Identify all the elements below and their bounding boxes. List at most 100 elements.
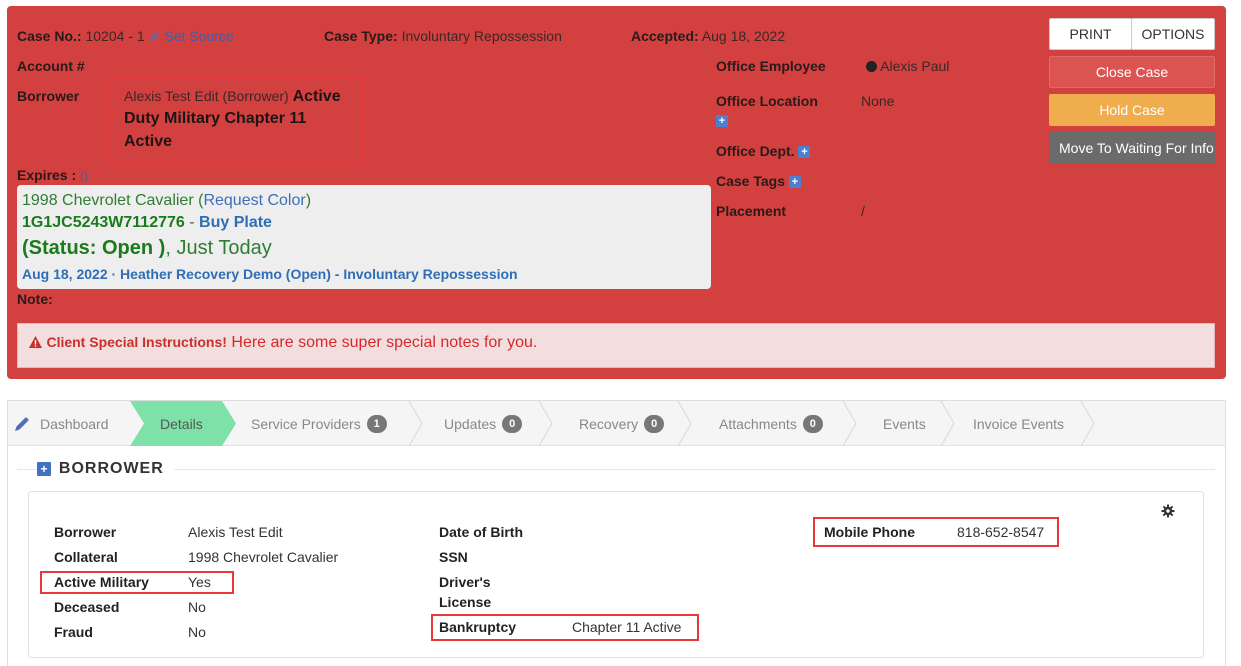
tab-attachments-label: Attachments (719, 416, 797, 432)
tab-events-label: Events (883, 416, 926, 432)
vehicle-name: 1998 Chevrolet Cavalier (22, 192, 194, 209)
expires-label: Expires : (17, 167, 77, 183)
borrower-name-line: Alexis Test Edit (Borrower) Active (124, 88, 341, 106)
section-divider (17, 469, 1215, 470)
expires: Expires : () (17, 167, 88, 183)
tab-updates-label: Updates (444, 416, 497, 432)
office-location-value: None (861, 93, 895, 109)
expires-value[interactable]: () (80, 169, 88, 183)
options-button[interactable]: OPTIONS (1131, 18, 1215, 50)
tab-invoice-events-label: Invoice Events (973, 416, 1065, 432)
account-label: Account # (17, 58, 85, 74)
office-employee-label: Office Employee (716, 58, 826, 74)
tab-separator (1080, 401, 1095, 446)
attachments-count-badge: 0 (802, 415, 823, 433)
buy-plate-link[interactable]: Buy Plate (199, 214, 272, 231)
accepted-date: Accepted: Aug 18, 2022 (631, 28, 785, 44)
drivers-license-label-1: Driver's (439, 574, 491, 590)
placement-label: Placement (716, 203, 787, 219)
case-no-label: Case No.: (17, 28, 82, 44)
status-dot-icon (866, 61, 877, 72)
tab-updates[interactable]: Updates 0 (444, 401, 523, 447)
vehicle-name-line: 1998 Chevrolet Cavalier (Request Color) (22, 192, 312, 209)
bankruptcy-value: Chapter 11 Active (572, 619, 682, 635)
borrower-field-label: Borrower (54, 524, 117, 540)
print-button[interactable]: PRINT (1049, 18, 1132, 50)
tab-separator (538, 401, 553, 446)
special-instructions-text: Here are some super special notes for yo… (231, 334, 538, 351)
mobile-phone-value[interactable]: 818-652-8547 (957, 524, 1044, 540)
move-to-waiting-button[interactable]: Move To Waiting For Info (1049, 132, 1215, 164)
vehicle-status: (Status: Open ) (22, 237, 166, 259)
tab-events[interactable]: Events (883, 401, 926, 447)
recovery-count-badge: 0 (644, 415, 665, 433)
case-type-value: Involuntary Repossession (401, 28, 562, 44)
warning-icon (29, 336, 42, 348)
accepted-value: Aug 18, 2022 (701, 28, 786, 44)
dob-label: Date of Birth (439, 524, 523, 540)
pencil-icon (15, 417, 29, 431)
office-dept: Office Dept. + (716, 143, 811, 159)
vehicle-status-when: , Just Today (165, 237, 272, 259)
pencil-icon (149, 32, 159, 41)
ssn-label: SSN (439, 549, 468, 565)
active-military-label: Active Military (54, 574, 149, 590)
case-tags: Case Tags + (716, 173, 801, 189)
service-providers-count-badge: 1 (366, 415, 387, 433)
tab-details[interactable]: Details (160, 401, 203, 447)
case-no-value: 10204 - 1 (85, 28, 145, 44)
tab-service-providers-label: Service Providers (251, 416, 361, 432)
tab-recovery-label: Recovery (579, 416, 639, 432)
collateral-label: Collateral (54, 549, 118, 565)
case-type: Case Type: Involuntary Repossession (324, 28, 562, 44)
note-label: Note: (17, 291, 53, 307)
add-location-icon[interactable]: + (716, 115, 728, 127)
active-military-value: Yes (188, 574, 211, 590)
borrower-section-title: BORROWER (58, 460, 164, 477)
office-dept-label: Office Dept. (716, 143, 795, 159)
add-dept-icon[interactable]: + (798, 146, 811, 159)
office-employee: Alexis Paul (866, 58, 949, 74)
mobile-phone-label: Mobile Phone (824, 524, 915, 540)
hold-case-button[interactable]: Hold Case (1049, 94, 1215, 126)
case-tags-label: Case Tags (716, 173, 785, 189)
tab-attachments[interactable]: Attachments 0 (719, 401, 823, 447)
borrower-section-header[interactable]: + BORROWER (37, 460, 174, 478)
vin: 1G1JC5243W7112776 (22, 214, 185, 231)
request-color-link[interactable]: Request Color (203, 192, 305, 209)
special-instructions-label: Client Special Instructions! (46, 334, 227, 350)
tab-dashboard[interactable]: Dashboard (14, 401, 109, 447)
office-location-label: Office Location (716, 93, 818, 109)
deceased-value: No (188, 599, 206, 615)
fraud-value: No (188, 624, 206, 640)
gear-icon[interactable] (1161, 504, 1175, 518)
office-employee-value: Alexis Paul (880, 58, 950, 74)
borrower-label: Borrower (17, 88, 80, 104)
tab-recovery[interactable]: Recovery 0 (579, 401, 665, 447)
tab-separator (677, 401, 692, 446)
close-case-button[interactable]: Close Case (1049, 56, 1215, 88)
borrower-status-2: Duty Military Chapter 11 (124, 110, 307, 127)
add-tag-icon[interactable]: + (788, 176, 801, 189)
updates-count-badge: 0 (502, 415, 523, 433)
deceased-label: Deceased (54, 599, 120, 615)
collateral-value: 1998 Chevrolet Cavalier (188, 549, 339, 565)
tab-separator (842, 401, 857, 446)
special-instructions: Client Special Instructions! Here are so… (29, 334, 537, 352)
placement-value: / (861, 203, 865, 219)
tab-separator (408, 401, 423, 446)
set-source-link[interactable]: Set Source (164, 28, 233, 44)
case-type-label: Case Type: (324, 28, 398, 44)
tab-invoice-events[interactable]: Invoice Events (973, 401, 1064, 447)
drivers-license-label-2: License (439, 594, 492, 610)
status-line: (Status: Open ), Just Today (22, 237, 272, 260)
expand-section-icon[interactable]: + (37, 462, 51, 477)
accepted-label: Accepted: (631, 28, 699, 44)
case-history-link[interactable]: Aug 18, 2022 · Heather Recovery Demo (Op… (22, 266, 518, 282)
fraud-label: Fraud (54, 624, 93, 640)
borrower-status-3: Active (124, 133, 173, 150)
borrower-status-1: Active (292, 88, 341, 105)
tab-service-providers[interactable]: Service Providers 1 (251, 401, 387, 447)
case-number: Case No.: 10204 - 1 Set Source (17, 28, 234, 44)
tab-details-label: Details (160, 416, 203, 432)
